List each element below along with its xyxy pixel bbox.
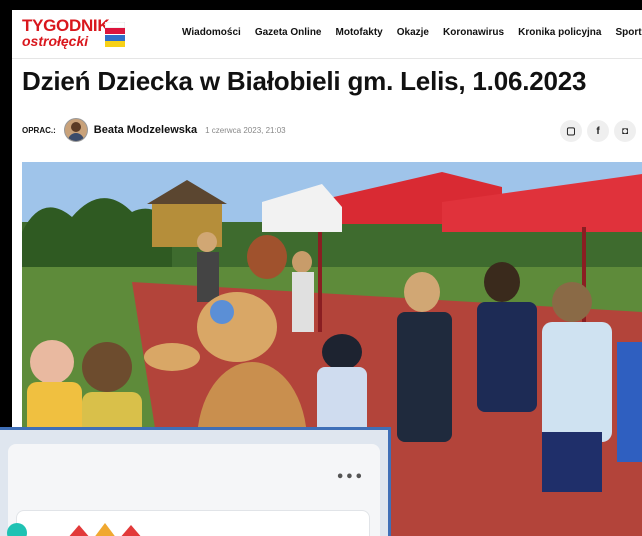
article-byline: OPRAC.: Beata Modzelewska 1 czerwca 2023… — [22, 118, 286, 142]
facebook-icon[interactable]: f — [587, 120, 609, 142]
poland-flag-icon — [105, 22, 125, 34]
comment-icon[interactable]: ▢ — [560, 120, 582, 142]
more-options-icon[interactable]: ••• — [336, 470, 364, 485]
author-name[interactable]: Beata Modzelewska — [94, 124, 197, 136]
ukraine-flag-icon — [105, 35, 125, 47]
article-title: Dzień Dziecka w Białobieli gm. Lelis, 1.… — [22, 66, 587, 96]
nav-item-koronawirus[interactable]: Koronawirus — [443, 27, 504, 38]
nav-item-kronika-policyjna[interactable]: Kronika policyjna — [518, 27, 601, 38]
author-avatar[interactable] — [63, 118, 88, 142]
colorful-logo-icon — [7, 523, 141, 536]
byline-label: OPRAC.: — [22, 125, 56, 135]
logo-text-secondary: ostrołęcki — [22, 33, 89, 49]
top-navigation: TYGODNIK ostrołęcki Wiadomości Gazeta On… — [12, 10, 642, 59]
nav-item-okazje[interactable]: Okazje — [397, 27, 429, 38]
nav-item-motofakty[interactable]: Motofakty — [336, 27, 383, 38]
nav-item-wiadomosci[interactable]: Wiadomości — [182, 27, 241, 38]
site-logo[interactable]: TYGODNIK ostrołęcki — [22, 16, 142, 52]
main-menu: Wiadomości Gazeta Online Motofakty Okazj… — [182, 27, 642, 38]
overlay-panel: ••• — [0, 427, 391, 536]
overlay-inner-card — [7, 510, 370, 536]
publish-date: 1 czerwca 2023, 21:03 — [205, 125, 286, 135]
nav-item-sport[interactable]: Sport — [615, 27, 641, 38]
nav-item-gazeta-online[interactable]: Gazeta Online — [255, 27, 322, 38]
flipboard-icon[interactable]: ◘ — [614, 120, 636, 142]
